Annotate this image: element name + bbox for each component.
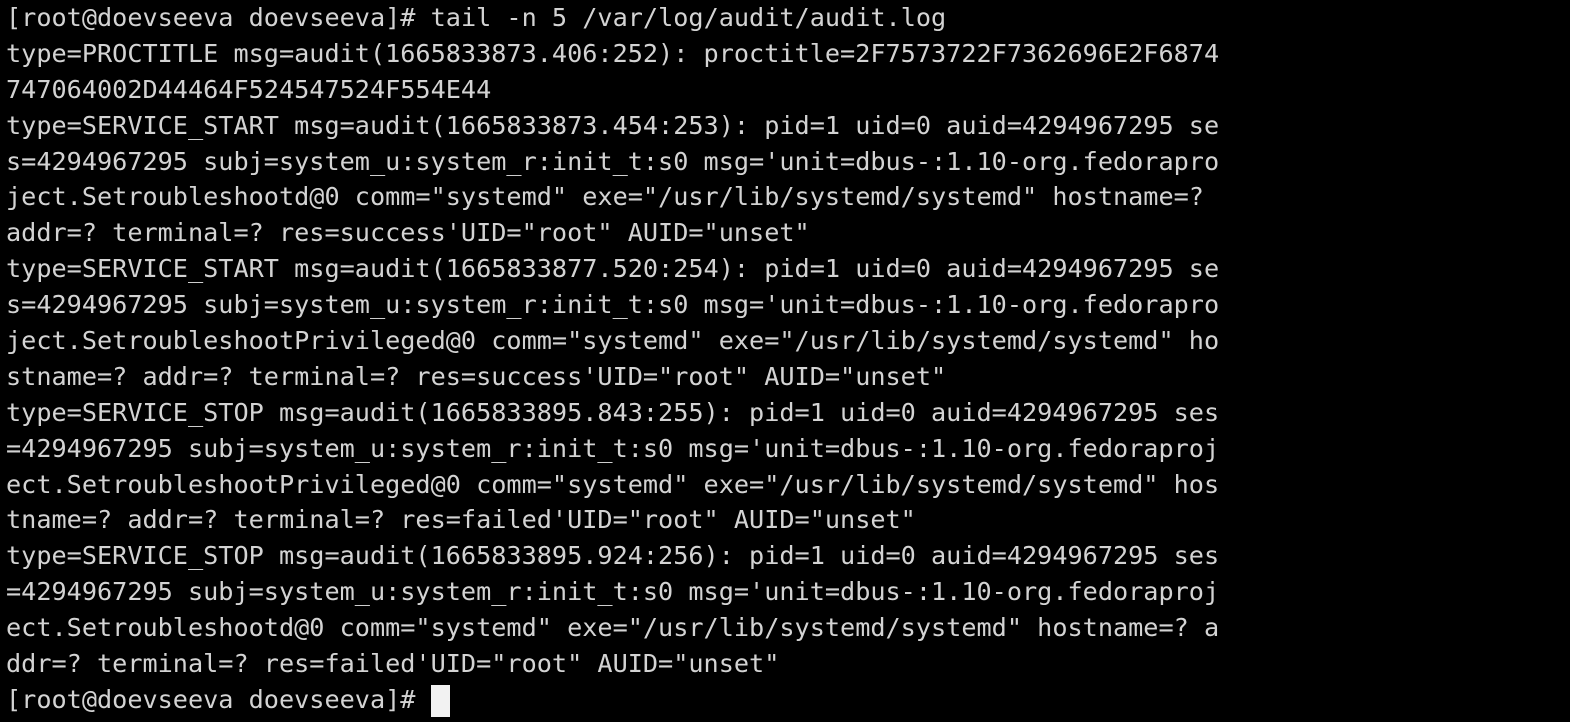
command-line: [root@doevseeva doevseeva]# tail -n 5 /v… <box>6 0 1570 36</box>
output-line: s=4294967295 subj=system_u:system_r:init… <box>6 290 1220 320</box>
text-cursor <box>430 684 450 717</box>
output-line: 747064002D44464F524547524F554E44 <box>6 74 492 104</box>
output-line: type=SERVICE_START msg=audit(1665833877.… <box>6 254 1220 284</box>
output-line: type=SERVICE_STOP msg=audit(1665833895.9… <box>6 541 1220 571</box>
output-line: s=4294967295 subj=system_u:system_r:init… <box>6 146 1220 176</box>
output-line: =4294967295 subj=system_u:system_r:init_… <box>6 433 1220 463</box>
output-line: ddr=? terminal=? res=failed'UID="root" A… <box>6 649 780 679</box>
output-line: =4294967295 subj=system_u:system_r:init_… <box>6 577 1220 607</box>
output-line: ect.SetroubleshootPrivileged@0 comm="sys… <box>6 469 1220 499</box>
active-prompt-line[interactable]: [root@doevseeva doevseeva]# <box>6 682 1570 718</box>
output-line: type=PROCTITLE msg=audit(1665833873.406:… <box>6 38 1220 68</box>
shell-prompt: [root@doevseeva doevseeva]# <box>6 3 431 32</box>
output-line: tname=? addr=? terminal=? res=failed'UID… <box>6 505 916 535</box>
output-line: ject.SetroubleshootPrivileged@0 comm="sy… <box>6 326 1220 356</box>
output-line: ect.Setroubleshootd@0 comm="systemd" exe… <box>6 613 1220 643</box>
output-line: ject.Setroubleshootd@0 comm="systemd" ex… <box>6 182 1204 212</box>
terminal-window[interactable]: [root@doevseeva doevseeva]# tail -n 5 /v… <box>0 0 1570 722</box>
output-line: type=SERVICE_START msg=audit(1665833873.… <box>6 110 1220 140</box>
command-text: tail -n 5 /var/log/audit/audit.log <box>430 3 947 32</box>
output-line: addr=? terminal=? res=success'UID="root"… <box>6 218 810 248</box>
output-line: stname=? addr=? terminal=? res=success'U… <box>6 361 947 391</box>
shell-prompt: [root@doevseeva doevseeva]# <box>6 684 431 714</box>
output-line: type=SERVICE_STOP msg=audit(1665833895.8… <box>6 397 1220 427</box>
